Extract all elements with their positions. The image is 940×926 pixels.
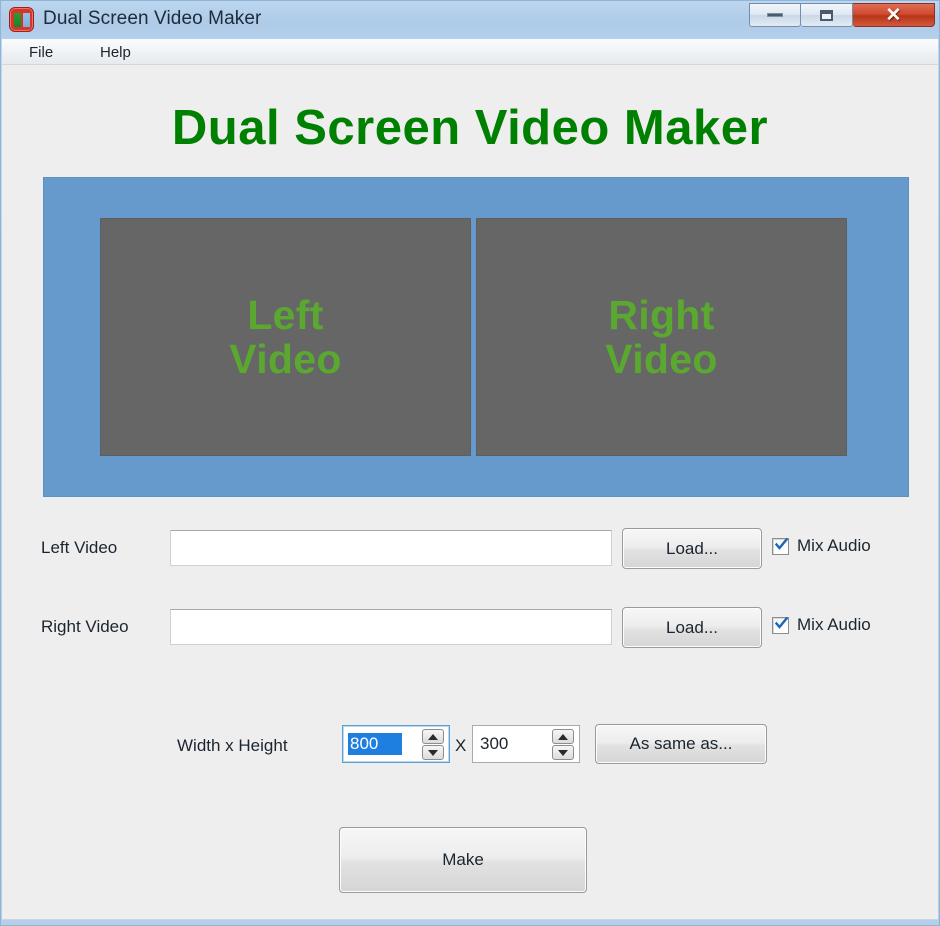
width-decrement-button[interactable] (422, 745, 444, 760)
page-title: Dual Screen Video Maker (171, 101, 769, 155)
app-dual-screen-icon (9, 7, 34, 32)
width-spinner[interactable] (342, 725, 450, 763)
chevron-up-icon (428, 733, 438, 740)
minimize-button[interactable] (749, 3, 801, 27)
height-spinner-arrows[interactable] (552, 729, 574, 760)
height-decrement-button[interactable] (552, 745, 574, 760)
checkmark-icon (775, 616, 788, 629)
load-right-video-button[interactable]: Load... (622, 607, 762, 648)
right-mix-audio-control[interactable]: Mix Audio (772, 615, 871, 635)
video-preview-panel: Left Video Right Video (43, 177, 909, 497)
right-mix-audio-checkbox[interactable] (772, 616, 789, 634)
window-title: Dual Screen Video Maker (43, 8, 262, 29)
chevron-down-icon (558, 749, 568, 756)
height-input[interactable] (478, 733, 538, 755)
menu-item-file[interactable]: File (23, 43, 59, 62)
left-video-placeholder-label: Left Video (229, 291, 342, 382)
right-video-placeholder[interactable]: Right Video (476, 218, 847, 456)
width-input[interactable] (348, 733, 402, 755)
close-icon: ✕ (885, 4, 902, 26)
right-video-row: Right Video Load... Mix Audio (2, 607, 938, 648)
maximize-icon (820, 9, 833, 21)
right-video-label: Right Video (41, 617, 129, 636)
size-separator-label: X (455, 736, 467, 755)
title-bar[interactable]: Dual Screen Video Maker ✕ (1, 1, 939, 39)
close-button[interactable]: ✕ (853, 3, 935, 27)
checkmark-icon (775, 537, 788, 550)
make-button[interactable]: Make (339, 827, 587, 893)
left-video-row: Left Video Load... Mix Audio (2, 528, 938, 569)
left-video-placeholder[interactable]: Left Video (100, 218, 471, 456)
icon-left-pane (14, 13, 21, 27)
menu-bar: File Help (2, 39, 938, 65)
load-left-video-button[interactable]: Load... (622, 528, 762, 569)
width-increment-button[interactable] (422, 729, 444, 744)
chevron-down-icon (428, 749, 438, 756)
height-spinner[interactable] (472, 725, 580, 763)
width-height-label: Width x Height (177, 736, 288, 755)
left-mix-audio-checkbox[interactable] (772, 537, 789, 555)
width-spinner-arrows[interactable] (422, 729, 444, 760)
left-mix-audio-label: Mix Audio (797, 536, 871, 555)
chevron-up-icon (558, 733, 568, 740)
menu-item-help[interactable]: Help (94, 43, 137, 62)
maximize-button[interactable] (801, 3, 853, 27)
left-mix-audio-control[interactable]: Mix Audio (772, 536, 871, 556)
minimize-icon (767, 13, 783, 17)
output-size-row: Width x Height X As same as... (2, 724, 938, 769)
height-increment-button[interactable] (552, 729, 574, 744)
right-video-path-input[interactable] (170, 609, 612, 645)
left-video-path-input[interactable] (170, 530, 612, 566)
as-same-as-button[interactable]: As same as... (595, 724, 767, 764)
client-area: Dual Screen Video Maker Left Video Right V… (2, 65, 938, 920)
application-window: Dual Screen Video Maker ✕ File Help Dual… (0, 0, 940, 926)
left-video-label: Left Video (41, 538, 118, 557)
icon-right-pane (23, 13, 30, 27)
right-mix-audio-label: Mix Audio (797, 615, 871, 634)
right-video-placeholder-label: Right Video (605, 291, 718, 382)
